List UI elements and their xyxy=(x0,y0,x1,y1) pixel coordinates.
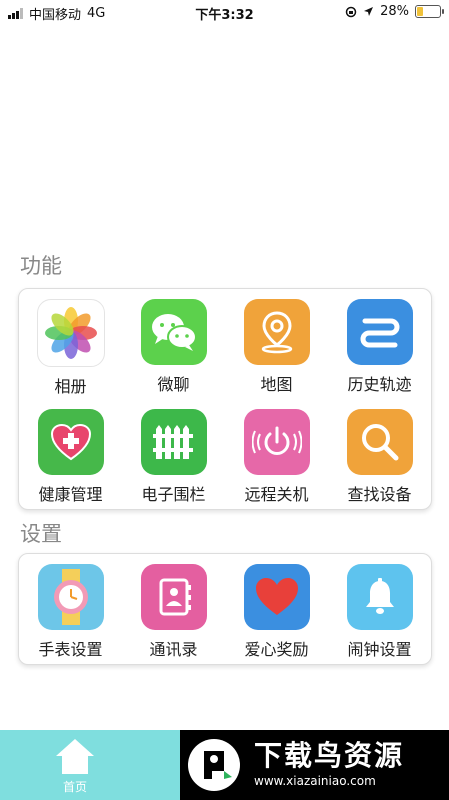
battery-icon xyxy=(415,5,444,18)
watermark-title: 下载鸟资源 xyxy=(254,739,405,772)
photos-icon xyxy=(36,299,105,367)
map-pin-icon xyxy=(243,299,310,365)
tab-home-label: 首页 xyxy=(62,780,87,794)
setting-alarm[interactable]: 闹钟设置 xyxy=(328,554,431,664)
tab-home[interactable]: 首页 xyxy=(40,736,110,798)
function-track-history[interactable]: 历史轨迹 xyxy=(328,289,431,399)
function-find-device[interactable]: 查找设备 xyxy=(328,399,431,509)
setting-watch[interactable]: 手表设置 xyxy=(19,554,122,664)
watermark-url: www.xiazainiao.com xyxy=(254,774,376,788)
health-heart-icon xyxy=(37,409,104,475)
settings-card: 手表设置 通讯录 爱心奖励 闹钟设置 xyxy=(18,553,432,665)
home-icon xyxy=(56,739,94,774)
setting-contacts-label: 通讯录 xyxy=(149,640,198,659)
setting-watch-label: 手表设置 xyxy=(38,640,103,659)
function-map[interactable]: 地图 xyxy=(225,289,328,399)
function-chat[interactable]: 微聊 xyxy=(122,289,225,399)
power-icon xyxy=(243,409,310,475)
watch-icon xyxy=(37,564,104,630)
search-icon xyxy=(346,409,413,475)
fence-icon xyxy=(140,409,207,475)
setting-alarm-label: 闹钟设置 xyxy=(347,640,412,659)
function-health[interactable]: 健康管理 xyxy=(19,399,122,509)
alarm-bell-icon xyxy=(346,564,413,630)
function-power-off[interactable]: 远程关机 xyxy=(225,399,328,509)
location-arrow-icon xyxy=(364,7,374,16)
watermark-banner: 下载鸟资源 www.xiazainiao.com xyxy=(180,730,449,800)
function-fence[interactable]: 电子围栏 xyxy=(122,399,225,509)
battery-percent: 28% xyxy=(380,4,409,19)
section-title-functions: 功能 xyxy=(20,254,62,278)
functions-card: 相册 微聊 地图 历史轨迹 健康管理 电子围栏 远程关机 查找设备 xyxy=(18,288,432,510)
function-track-history-label: 历史轨迹 xyxy=(347,375,412,394)
chat-icon xyxy=(140,299,207,365)
rotation-lock-icon xyxy=(345,6,357,17)
bird-logo-icon xyxy=(188,739,240,791)
function-photos[interactable]: 相册 xyxy=(19,289,122,399)
track-history-icon xyxy=(346,299,413,365)
setting-heart-reward[interactable]: 爱心奖励 xyxy=(225,554,328,664)
heart-reward-icon xyxy=(243,564,310,630)
tab-bar: 首页 下载鸟资源 www.xiazainiao.com xyxy=(0,730,449,800)
function-map-label: 地图 xyxy=(260,375,293,394)
contacts-icon xyxy=(140,564,207,630)
function-chat-label: 微聊 xyxy=(157,375,190,394)
function-fence-label: 电子围栏 xyxy=(141,485,206,504)
section-title-settings: 设置 xyxy=(20,522,62,546)
setting-heart-reward-label: 爱心奖励 xyxy=(244,640,309,659)
setting-contacts[interactable]: 通讯录 xyxy=(122,554,225,664)
status-bar: 中国移动 4G 下午3:32 28% xyxy=(0,0,449,24)
function-find-device-label: 查找设备 xyxy=(347,485,412,504)
function-photos-label: 相册 xyxy=(54,377,87,396)
function-power-off-label: 远程关机 xyxy=(244,485,309,504)
status-right: 28% xyxy=(345,4,444,19)
function-health-label: 健康管理 xyxy=(38,485,103,504)
